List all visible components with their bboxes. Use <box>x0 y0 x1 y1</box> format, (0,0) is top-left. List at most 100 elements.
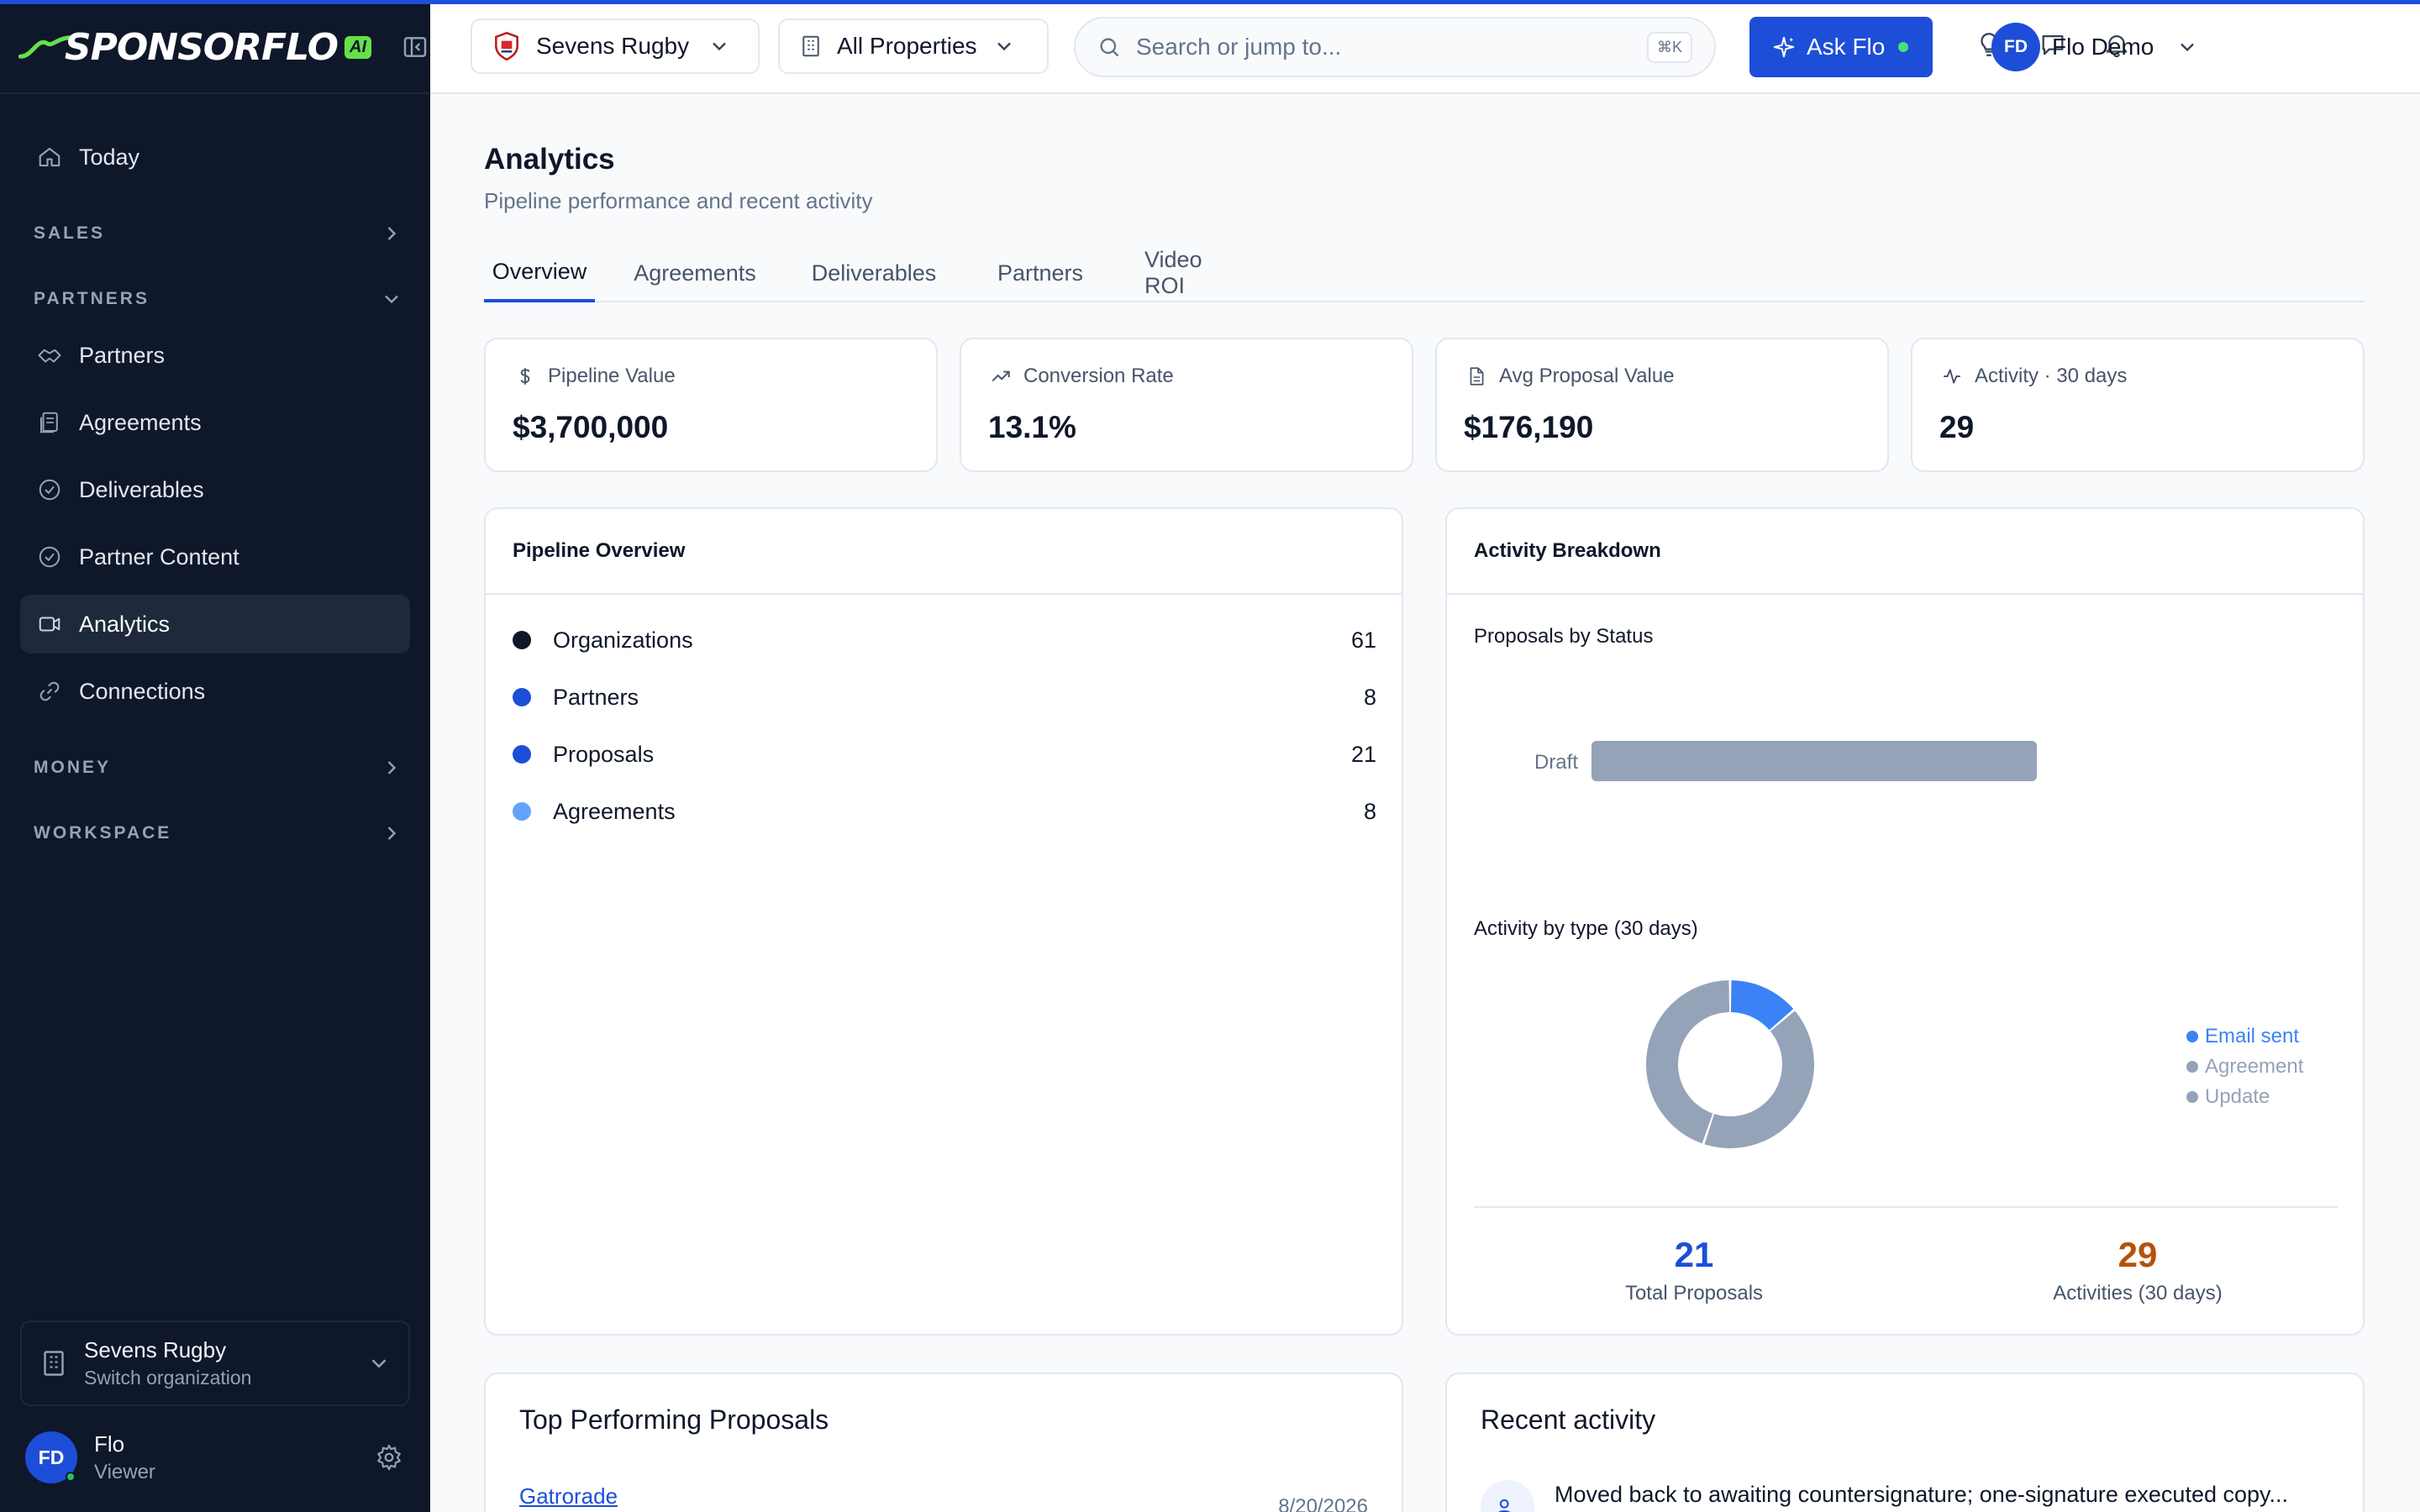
tab-deliverables[interactable]: Deliverables <box>810 244 938 302</box>
brand-name: SPONSORFLO <box>64 25 339 69</box>
tab-video-roi[interactable]: Video ROI <box>1144 244 1249 302</box>
top-accent-bar <box>0 0 2420 4</box>
legend-item[interactable]: Update <box>2186 1082 2303 1112</box>
donut-legend: Email sent Agreement Update <box>2186 1021 2303 1112</box>
sidebar-divider <box>0 92 430 94</box>
sidebar-item-label: Partner Content <box>79 543 239 570</box>
top-bar: Sevens Rugby All Properties ⌘K Ask Flo F… <box>430 0 2420 94</box>
stat-card-pipeline-value: Pipeline Value $3,700,000 <box>484 338 938 472</box>
sidebar-section-workspace[interactable]: WORKSPACE <box>34 816 403 850</box>
stat-card-avg-proposal-value: Avg Proposal Value $176,190 <box>1435 338 1889 472</box>
pipeline-row: Partners 8 <box>513 679 1376 716</box>
legend-swatch <box>2186 1091 2198 1103</box>
analytics-tabs: Overview Agreements Deliverables Partner… <box>484 244 2365 302</box>
org-select[interactable]: Sevens Rugby <box>471 18 760 74</box>
sidebar-item-connections[interactable]: Connections <box>20 662 410 721</box>
section-label-text: PARTNERS <box>34 289 150 308</box>
sidebar-item-agreements[interactable]: Agreements <box>20 393 410 452</box>
total-proposals-value: 21 <box>1674 1235 1714 1274</box>
stat-value: 29 <box>1939 410 1975 444</box>
legend-item[interactable]: Email sent <box>2186 1021 2303 1052</box>
sidebar: SPONSORFLO AI Today SALES PARTNERS Partn… <box>0 0 430 1512</box>
sidebar-user[interactable]: FD Flo Viewer <box>25 1428 403 1487</box>
avatar-initials: FD <box>38 1446 65 1468</box>
pipeline-count: 8 <box>1363 798 1376 824</box>
online-status-dot <box>66 1472 76 1482</box>
sidebar-item-today[interactable]: Today <box>20 128 410 186</box>
chevron-down-icon <box>385 295 398 304</box>
sidebar-section-sales[interactable]: SALES <box>34 217 403 250</box>
pipeline-name: Partners <box>553 684 639 710</box>
panel-title: Pipeline Overview <box>486 509 1402 595</box>
chevron-right-icon <box>387 827 397 840</box>
page-title: Analytics <box>484 143 615 176</box>
chevron-down-icon <box>997 42 1011 51</box>
sidebar-section-partners[interactable]: PARTNERS <box>34 282 403 316</box>
proposal-link[interactable]: Gatrorade <box>519 1483 618 1509</box>
document-icon <box>1470 367 1484 386</box>
section-label-text: SALES <box>34 223 106 243</box>
recent-activity-panel: Recent activity Moved back to awaiting c… <box>1445 1373 2365 1512</box>
activities-value: 29 <box>2118 1235 2158 1274</box>
search-box[interactable]: ⌘K <box>1074 17 1716 77</box>
bar[interactable] <box>1591 741 2037 781</box>
dollar-icon <box>520 368 530 385</box>
pipeline-dot <box>513 631 531 649</box>
avatar: FD <box>25 1431 77 1483</box>
stat-card-conversion-rate: Conversion Rate 13.1% <box>960 338 1413 472</box>
pipeline-count: 61 <box>1350 627 1376 653</box>
chevron-right-icon <box>387 761 397 774</box>
pipeline-name: Proposals <box>553 741 655 767</box>
user-menu[interactable]: FD Flo Demo <box>1991 20 2199 74</box>
page-subtitle: Pipeline performance and recent activity <box>484 188 873 213</box>
sidebar-item-deliverables[interactable]: Deliverables <box>20 460 410 519</box>
chevron-down-icon <box>2181 43 2195 52</box>
building-icon <box>802 35 819 57</box>
activity-pulse-icon <box>1944 369 1960 384</box>
activity-breakdown-panel: Activity Breakdown Proposals by Status D… <box>1445 507 2365 1336</box>
search-input[interactable] <box>1136 34 1647 60</box>
pipeline-dot <box>513 688 531 706</box>
sidebar-item-analytics[interactable]: Analytics <box>20 595 410 654</box>
sidebar-item-partner-content[interactable]: Partner Content <box>20 528 410 586</box>
user-menu-name: Flo Demo <box>2052 34 2154 60</box>
pipeline-dot <box>513 745 531 764</box>
sidebar-item-partners[interactable]: Partners <box>20 326 410 385</box>
legend-label: Email sent <box>2205 1025 2300 1047</box>
sidebar-section-money[interactable]: MONEY <box>34 751 403 785</box>
sidebar-item-label: Partners <box>79 342 166 368</box>
legend-label: Agreement <box>2205 1055 2304 1078</box>
stat-card-activity-30-days: Activity · 30 days 29 <box>1911 338 2365 472</box>
stat-label: Pipeline Value <box>548 365 676 387</box>
tab-partners[interactable]: Partners <box>995 244 1086 302</box>
avatar-initials: FD <box>2004 37 2028 56</box>
sidebar-collapse-icon[interactable] <box>402 34 429 60</box>
legend-swatch <box>2186 1061 2198 1073</box>
panel-title: Top Performing Proposals <box>519 1404 829 1435</box>
stat-label: Conversion Rate <box>1023 365 1174 387</box>
tab-agreements[interactable]: Agreements <box>632 244 758 302</box>
panel-title: Activity Breakdown <box>1447 509 2363 595</box>
org-switcher[interactable]: Sevens Rugby Switch organization <box>20 1320 410 1406</box>
logo-swoosh-icon <box>18 35 71 59</box>
gear-icon[interactable] <box>375 1443 403 1472</box>
donut-slice-agreement[interactable] <box>1704 1011 1814 1148</box>
handshake-icon <box>38 349 61 363</box>
property-select[interactable]: All Properties <box>778 18 1049 74</box>
pipeline-count: 21 <box>1350 741 1376 767</box>
brand-ai-badge: AI <box>345 35 371 59</box>
user-role: Viewer <box>94 1460 155 1483</box>
activity-item-text[interactable]: Moved back to awaiting countersignature;… <box>1555 1482 2328 1508</box>
legend-item[interactable]: Agreement <box>2186 1052 2303 1082</box>
org-select-value: Sevens Rugby <box>536 33 690 59</box>
brand-logo[interactable]: SPONSORFLO AI <box>18 22 371 72</box>
proposal-date: 8/20/2026 <box>1278 1495 1368 1512</box>
search-shortcut-badge: ⌘K <box>1646 31 1692 63</box>
tab-overview[interactable]: Overview <box>484 244 595 302</box>
pipeline-row: Agreements 8 <box>513 793 1376 830</box>
pipeline-count: 8 <box>1363 684 1376 710</box>
ask-flo-button[interactable]: Ask Flo <box>1749 17 1933 77</box>
sparkle-icon <box>1773 36 1795 58</box>
pipeline-row: Organizations 61 <box>513 622 1376 659</box>
legend-label: Update <box>2205 1085 2270 1108</box>
